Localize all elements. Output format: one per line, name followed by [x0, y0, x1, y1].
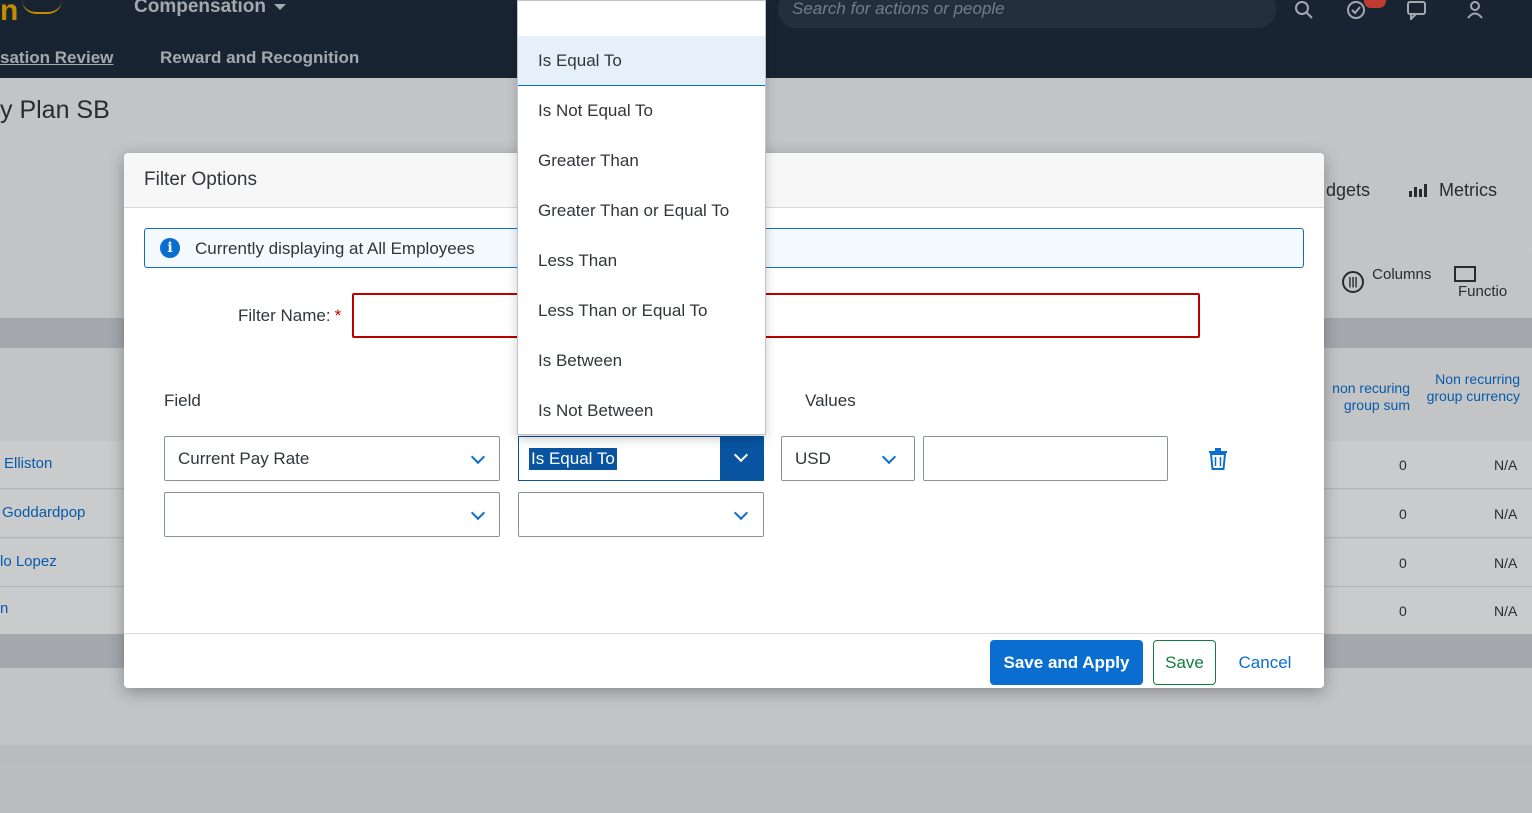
field-select-row2[interactable]	[164, 492, 500, 537]
operator-select-value: Is Equal To	[529, 448, 617, 470]
trash-icon	[1209, 448, 1227, 470]
currency-select[interactable]: USD	[781, 436, 915, 481]
currency-select-value: USD	[795, 449, 831, 468]
dialog-footer: Save and Apply Save Cancel	[124, 633, 1324, 688]
dropdown-option-is-between[interactable]: Is Between	[518, 336, 765, 386]
delete-row-button[interactable]	[1208, 448, 1228, 470]
chevron-down-icon	[733, 447, 749, 463]
dropdown-option-greater-than[interactable]: Greater Than	[518, 136, 765, 186]
dropdown-option-is-equal-to[interactable]: Is Equal To	[518, 36, 765, 86]
save-button[interactable]: Save	[1153, 640, 1216, 685]
value-input[interactable]	[923, 436, 1168, 481]
filter-name-label: Filter Name: *	[238, 306, 341, 326]
chevron-down-icon[interactable]	[881, 449, 897, 465]
dropdown-option-is-not-equal-to[interactable]: Is Not Equal To	[518, 86, 765, 136]
values-column-header: Values	[805, 391, 856, 410]
dropdown-option-greater-than-or-equal-to[interactable]: Greater Than or Equal To	[518, 186, 765, 236]
info-icon: i	[160, 238, 180, 258]
dropdown-option-is-not-between[interactable]: Is Not Between	[518, 386, 765, 436]
filter-name-label-text: Filter Name:	[238, 306, 331, 325]
field-select-value: Current Pay Rate	[178, 449, 310, 468]
required-marker: *	[334, 306, 342, 325]
chevron-down-icon[interactable]	[470, 505, 486, 521]
operator-dropdown-button[interactable]	[720, 437, 763, 480]
dialog-title: Filter Options	[144, 169, 257, 190]
cancel-button[interactable]: Cancel	[1224, 640, 1306, 685]
save-and-apply-button[interactable]: Save and Apply	[990, 640, 1143, 685]
operator-dropdown-list: Is Equal To Is Not Equal To Greater Than…	[517, 0, 766, 435]
dropdown-option-less-than[interactable]: Less Than	[518, 236, 765, 286]
filter-name-input[interactable]	[352, 293, 1200, 338]
info-message-text: Currently displaying at All Employees	[195, 239, 475, 258]
chevron-down-icon[interactable]	[733, 505, 749, 521]
chevron-down-icon[interactable]	[470, 449, 486, 465]
field-column-header: Field	[164, 391, 201, 410]
field-select-row1[interactable]: Current Pay Rate	[164, 436, 500, 481]
dropdown-option-less-than-or-equal-to[interactable]: Less Than or Equal To	[518, 286, 765, 336]
operator-select-row2[interactable]	[518, 492, 764, 537]
operator-select-row1[interactable]: Is Equal To	[518, 436, 764, 481]
